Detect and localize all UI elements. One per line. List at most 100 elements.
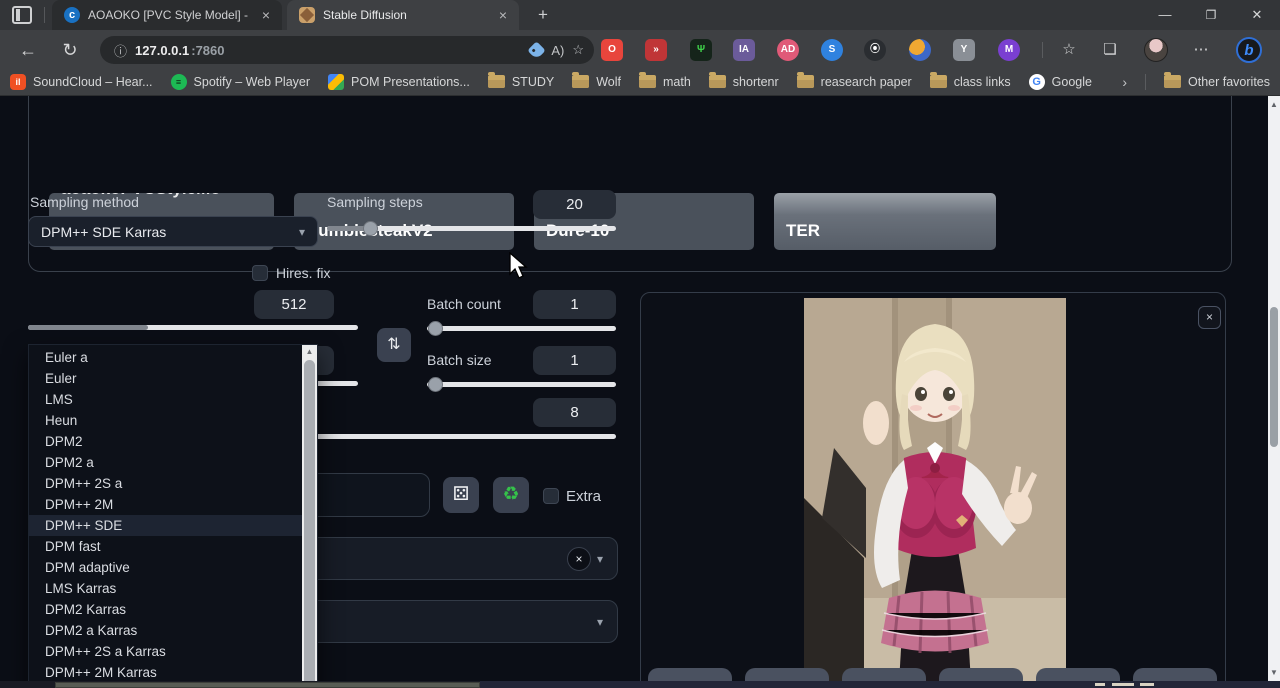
- window-close-button[interactable]: ✕: [1242, 4, 1272, 26]
- sampler-option[interactable]: Euler a: [29, 347, 303, 368]
- width-input[interactable]: 512: [254, 290, 334, 319]
- tab-close-icon[interactable]: ×: [258, 7, 274, 23]
- extension-icon-0[interactable]: O: [601, 39, 623, 61]
- sampler-option[interactable]: LMS Karras: [29, 578, 303, 599]
- bookmark-pom[interactable]: POM Presentations...: [328, 74, 470, 90]
- sampler-option[interactable]: LMS: [29, 389, 303, 410]
- tab-civitai[interactable]: c AOAOKO [PVC Style Model] - PV ×: [52, 0, 282, 30]
- refresh-button[interactable]: ↻: [58, 38, 82, 62]
- swap-dimensions-button[interactable]: ⇅: [377, 328, 411, 362]
- clear-styles-icon[interactable]: ×: [567, 547, 591, 571]
- profile-avatar[interactable]: [1144, 38, 1168, 62]
- bookmark-soundcloud[interactable]: ilSoundCloud – Hear...: [10, 74, 153, 90]
- bing-chat-icon[interactable]: b: [1236, 37, 1262, 63]
- close-image-icon[interactable]: ×: [1198, 306, 1221, 329]
- hires-fix-label: Hires. fix: [276, 265, 330, 281]
- batch-count-slider[interactable]: [427, 326, 616, 331]
- sampler-option[interactable]: DPM adaptive: [29, 557, 303, 578]
- bookmark-study[interactable]: STUDY: [488, 75, 554, 89]
- scroll-up-icon[interactable]: ▲: [302, 345, 317, 359]
- bookmark-shortenr[interactable]: shortenr: [709, 75, 779, 89]
- tab-close-icon[interactable]: ×: [495, 7, 511, 23]
- extension-icon-4[interactable]: AD: [777, 39, 799, 61]
- scroll-down-icon[interactable]: ▼: [1268, 666, 1280, 679]
- gallery-action-button[interactable]: [1036, 668, 1120, 681]
- model-card-ter[interactable]: TER: [774, 193, 996, 250]
- random-seed-button[interactable]: ⚄: [443, 477, 479, 513]
- chevron-down-icon: ▾: [597, 615, 603, 629]
- more-menu-icon[interactable]: ⋯: [1190, 39, 1212, 61]
- extension-icon-9[interactable]: M: [998, 39, 1020, 61]
- cfg-scale-input[interactable]: 8: [533, 398, 616, 427]
- url-port: :7860: [191, 43, 224, 58]
- window-minimize-button[interactable]: —: [1150, 4, 1180, 26]
- extension-icon-6[interactable]: ⦿: [864, 39, 886, 61]
- sampling-steps-input[interactable]: 20: [533, 190, 616, 219]
- sampler-option[interactable]: DPM++ 2S a: [29, 473, 303, 494]
- sampler-option[interactable]: DPM2 a: [29, 452, 303, 473]
- extension-icon-1[interactable]: »: [645, 39, 667, 61]
- sampler-option[interactable]: DPM2 Karras: [29, 599, 303, 620]
- bookmark-class-links[interactable]: class links: [930, 75, 1011, 89]
- collections-icon[interactable]: ❏: [1099, 39, 1121, 61]
- address-bar[interactable]: ⓘ 127.0.0.1:7860 A) ☆: [100, 36, 594, 64]
- bookmark-reasearch-paper[interactable]: reasearch paper: [797, 75, 912, 89]
- site-info-icon[interactable]: ⓘ: [114, 41, 127, 60]
- gallery-action-button[interactable]: [842, 668, 926, 681]
- bookmark-other-favorites[interactable]: Other favorites: [1164, 75, 1270, 89]
- gallery-action-button[interactable]: [939, 668, 1023, 681]
- extension-icon-3[interactable]: IA: [733, 39, 755, 61]
- window-restore-button[interactable]: ❐: [1196, 4, 1226, 26]
- sampler-option[interactable]: DPM2: [29, 431, 303, 452]
- google-icon: G: [1029, 74, 1045, 90]
- shopping-tag-icon[interactable]: [528, 41, 546, 59]
- batch-size-input[interactable]: 1: [533, 346, 616, 375]
- batch-size-slider[interactable]: [427, 382, 616, 387]
- width-slider[interactable]: [28, 325, 358, 330]
- bookmark-wolf[interactable]: Wolf: [572, 75, 621, 89]
- taskbar-glyph: [1140, 683, 1154, 686]
- sampling-method-select[interactable]: DPM++ SDE Karras ▾: [28, 216, 318, 247]
- bookmark-math[interactable]: math: [639, 75, 691, 89]
- bookmarks-overflow-chevron[interactable]: ›: [1122, 74, 1127, 90]
- reuse-seed-button[interactable]: ♻: [493, 477, 529, 513]
- extra-seed-checkbox[interactable]: [543, 488, 559, 504]
- hires-fix-checkbox[interactable]: [252, 265, 268, 281]
- sampler-option[interactable]: Heun: [29, 410, 303, 431]
- batch-count-input[interactable]: 1: [533, 290, 616, 319]
- sampler-option[interactable]: DPM2 a Karras: [29, 620, 303, 641]
- favorites-bar-icon[interactable]: ☆: [1058, 39, 1080, 61]
- scrollbar-thumb[interactable]: [1270, 307, 1278, 447]
- extension-icon-5[interactable]: S: [821, 39, 843, 61]
- bookmark-spotify[interactable]: ≡Spotify – Web Player: [171, 74, 311, 90]
- folder-icon: [709, 75, 726, 88]
- batch-size-label: Batch size: [427, 352, 492, 368]
- sampler-option-hovered[interactable]: DPM++ SDE: [29, 515, 303, 536]
- generated-image[interactable]: [804, 298, 1066, 681]
- sampler-option[interactable]: Euler: [29, 368, 303, 389]
- gallery-action-button[interactable]: [648, 668, 732, 681]
- popup-scrollbar-thumb[interactable]: [304, 360, 315, 681]
- popup-scrollbar[interactable]: ▲ ▼: [302, 345, 317, 681]
- tab-stable-diffusion[interactable]: Stable Diffusion ×: [287, 0, 519, 30]
- sampler-option[interactable]: DPM++ 2M Karras: [29, 662, 303, 681]
- chevron-down-icon: ▾: [597, 552, 603, 566]
- add-favorite-icon[interactable]: ☆: [572, 42, 584, 58]
- back-button[interactable]: ←: [16, 38, 40, 62]
- gallery-action-button[interactable]: [1133, 668, 1217, 681]
- sampler-option[interactable]: DPM++ 2S a Karras: [29, 641, 303, 662]
- page-scrollbar[interactable]: ▲ ▼: [1268, 96, 1280, 681]
- extension-icon-7[interactable]: [909, 39, 931, 61]
- new-tab-button[interactable]: +: [533, 5, 553, 25]
- extension-icon-2[interactable]: Ψ: [690, 39, 712, 61]
- sampling-steps-slider[interactable]: [327, 226, 616, 231]
- read-aloud-icon[interactable]: A): [551, 43, 564, 58]
- tab-title: AOAOKO [PVC Style Model] - PV: [88, 8, 250, 22]
- sampler-option[interactable]: DPM++ 2M: [29, 494, 303, 515]
- extension-icon-8[interactable]: Y: [953, 39, 975, 61]
- gallery-action-button[interactable]: [745, 668, 829, 681]
- bookmark-google[interactable]: GGoogle: [1029, 74, 1092, 90]
- scroll-up-icon[interactable]: ▲: [1268, 98, 1280, 111]
- sampler-option[interactable]: DPM fast: [29, 536, 303, 557]
- tab-switcher-icon[interactable]: [12, 6, 32, 24]
